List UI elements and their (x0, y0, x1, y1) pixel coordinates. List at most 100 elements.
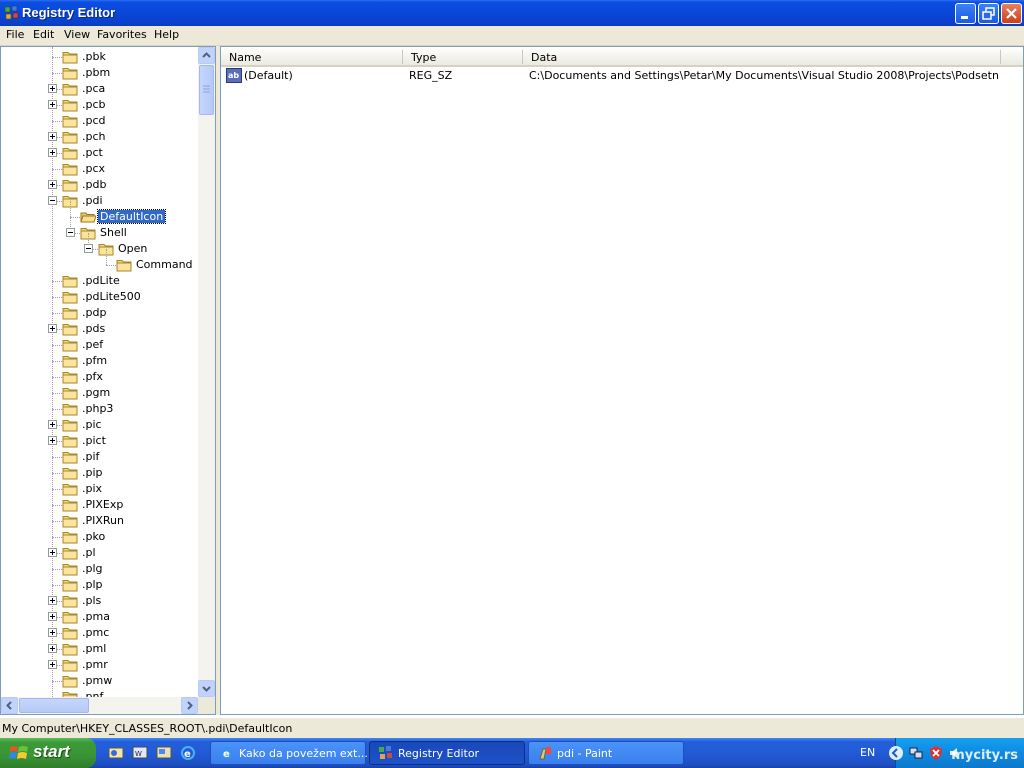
tree-item[interactable]: .pmc (1, 625, 198, 641)
tree-item[interactable]: .pmr (1, 657, 198, 673)
tree-item[interactable]: Shell (1, 217, 198, 241)
h-scroll-thumb[interactable] (19, 698, 89, 713)
tree-item[interactable]: .pbk (1, 49, 198, 65)
tree-item[interactable]: Command (1, 249, 198, 273)
scroll-left-button[interactable] (1, 697, 18, 714)
tree-item[interactable]: .php3 (1, 401, 198, 417)
restore-button[interactable] (978, 3, 999, 24)
column-header-data[interactable]: Data (523, 47, 1001, 67)
tree-horizontal-scrollbar[interactable] (1, 697, 198, 714)
tree-item[interactable]: .pcd (1, 113, 198, 129)
expand-icon[interactable] (48, 628, 57, 637)
tree-item[interactable]: .pmw (1, 673, 198, 689)
tree-item[interactable]: .pct (1, 145, 198, 161)
expand-icon[interactable] (48, 180, 57, 189)
tree-item[interactable]: .pdLite500 (1, 289, 198, 305)
menu-file[interactable]: File (6, 28, 24, 41)
tree-item[interactable]: .pml (1, 641, 198, 657)
tree-item[interactable]: .pbm (1, 65, 198, 81)
table-row[interactable]: ab (Default) REG_SZ C:\Documents and Set… (221, 68, 1023, 84)
window-title: Registry Editor (22, 5, 116, 20)
taskbar-item-paint[interactable]: pdi - Paint (528, 741, 684, 765)
tree-item[interactable]: .pfm (1, 353, 198, 369)
close-button[interactable] (1001, 3, 1022, 24)
tree-item[interactable]: .pdb (1, 177, 198, 193)
folder-icon (62, 386, 78, 400)
tree-item[interactable]: .pma (1, 609, 198, 625)
tree-vertical-scrollbar[interactable] (198, 47, 215, 697)
collapse-icon[interactable] (84, 244, 93, 253)
tree-item[interactable]: .plp (1, 577, 198, 593)
scroll-down-button[interactable] (198, 680, 215, 697)
expand-icon[interactable] (48, 132, 57, 141)
menu-help[interactable]: Help (154, 28, 179, 41)
collapse-icon[interactable] (48, 196, 57, 205)
tree-item[interactable]: .pef (1, 337, 198, 353)
tree-item[interactable]: .pict (1, 433, 198, 449)
language-indicator[interactable]: EN (860, 746, 875, 759)
column-header-type[interactable]: Type (403, 47, 523, 67)
tree-item[interactable]: .pko (1, 529, 198, 545)
tree-item[interactable]: .plg (1, 561, 198, 577)
scroll-thumb[interactable] (199, 65, 214, 115)
tree-item[interactable]: .pcx (1, 161, 198, 177)
tree-item[interactable]: .PIXExp (1, 497, 198, 513)
tree-item[interactable]: .pdp (1, 305, 198, 321)
start-button[interactable]: start (0, 738, 96, 768)
expand-icon[interactable] (48, 660, 57, 669)
expand-icon[interactable] (48, 420, 57, 429)
scroll-up-button[interactable] (198, 47, 215, 64)
tree-item[interactable]: .pls (1, 593, 198, 609)
menu-favorites[interactable]: Favorites (97, 28, 147, 41)
folder-icon (62, 434, 78, 448)
tree-item[interactable]: .pca (1, 81, 198, 97)
internet-explorer-icon[interactable]: e (180, 745, 196, 761)
registry-tree[interactable]: .pbk .pbm .pca .pcb .pcd .pch .pct .pcx .pdb .pdi… (0, 46, 216, 715)
tree-item[interactable]: .PIXRun (1, 513, 198, 529)
svg-text:W: W (135, 750, 142, 758)
expand-icon[interactable] (48, 84, 57, 93)
expand-icon[interactable] (48, 644, 57, 653)
title-bar[interactable]: Registry Editor (0, 0, 1024, 26)
tree-item[interactable]: .pgm (1, 385, 198, 401)
tree-item[interactable]: .pnf (1, 689, 198, 697)
taskbar-item-browser[interactable]: e Kako da povežem ext... (210, 741, 368, 765)
expand-icon[interactable] (48, 548, 57, 557)
show-desktop-icon[interactable] (156, 745, 172, 761)
tree-item[interactable]: .pl (1, 545, 198, 561)
menu-edit[interactable]: Edit (33, 28, 54, 41)
tree-item[interactable]: .pdLite (1, 273, 198, 289)
menu-view[interactable]: View (64, 28, 90, 41)
tree-item-label: DefaultIcon (96, 209, 167, 224)
tree-item[interactable]: DefaultIcon (1, 201, 198, 225)
outlook-express-icon[interactable] (108, 745, 124, 761)
tree-item[interactable]: .pds (1, 321, 198, 337)
scroll-right-button[interactable] (181, 697, 198, 714)
network-icon[interactable] (908, 745, 924, 761)
tree-item[interactable]: .pif (1, 449, 198, 465)
tree-item[interactable]: .pcb (1, 97, 198, 113)
expand-icon[interactable] (48, 612, 57, 621)
expand-icon[interactable] (48, 436, 57, 445)
expand-icon[interactable] (48, 324, 57, 333)
taskbar-item-registry-editor[interactable]: Registry Editor (369, 741, 525, 765)
expand-icon[interactable] (48, 596, 57, 605)
tree-connector (52, 537, 62, 538)
tree-item[interactable]: .pdi (1, 193, 198, 209)
tree-item[interactable]: .pch (1, 129, 198, 145)
minimize-button[interactable] (955, 3, 976, 24)
column-header-name[interactable]: Name (221, 47, 403, 67)
tree-item[interactable]: .pix (1, 481, 198, 497)
tray-expand-icon[interactable] (888, 745, 904, 761)
folder-icon (62, 418, 78, 432)
tree-item[interactable]: .pfx (1, 369, 198, 385)
media-player-icon[interactable]: W (132, 745, 148, 761)
security-alert-icon[interactable] (928, 745, 944, 761)
expand-icon[interactable] (48, 148, 57, 157)
tree-item[interactable]: .pip (1, 465, 198, 481)
collapse-icon[interactable] (66, 228, 75, 237)
tree-item[interactable]: .pic (1, 417, 198, 433)
tree-item[interactable]: Open (1, 233, 198, 257)
expand-icon[interactable] (48, 100, 57, 109)
values-list[interactable]: Name Type Data ab (Default) REG_SZ C:\Do… (220, 46, 1024, 715)
